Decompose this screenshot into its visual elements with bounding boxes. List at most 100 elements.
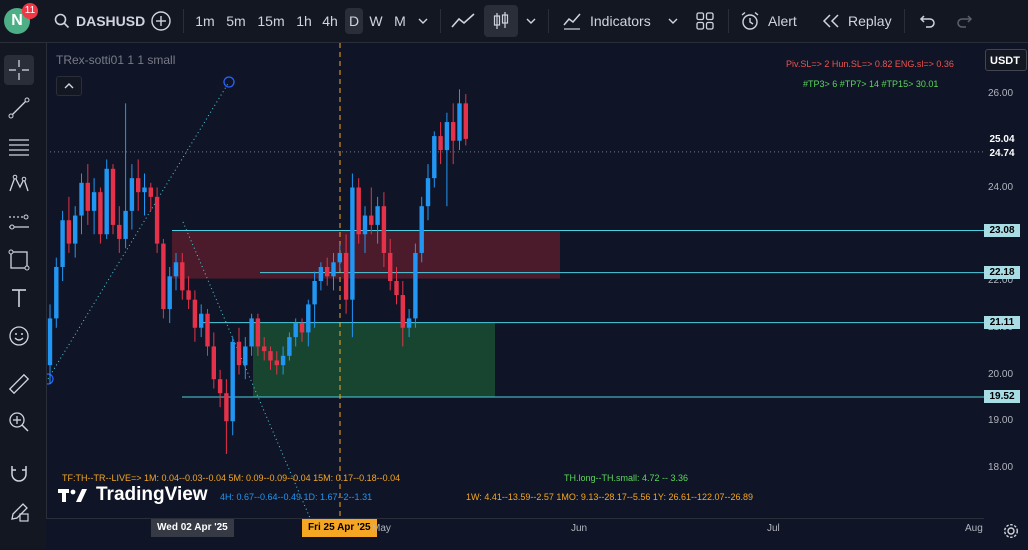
price-tag: 24.74 [984,147,1020,160]
candle-body [123,210,128,239]
price-scale-label: 24.00 [988,181,1014,193]
timeframe-4h[interactable]: 4h [318,8,342,34]
notification-count: 11 [24,5,36,16]
timeframe-dropdown[interactable] [418,0,428,42]
settings-button[interactable] [1000,520,1022,542]
lock-tool[interactable] [4,497,34,527]
candle-body [104,168,109,235]
price-scale-label: 19.00 [988,415,1014,427]
layouts-button[interactable] [696,0,714,42]
symbol-search[interactable]: DASHUSD [54,0,145,42]
smiley-icon [9,326,29,346]
candle-body [224,393,229,422]
timeframe-m[interactable]: M [390,8,410,34]
candle-body [306,304,311,333]
pattern-icon [9,174,29,192]
candle-body [274,360,279,366]
candle-body [413,252,418,319]
candle-body [325,266,330,277]
candle-body [356,187,361,235]
candle-body [318,266,324,281]
chart-type-dropdown[interactable] [526,0,536,42]
indicators-icon [563,13,581,30]
zoom-tool[interactable] [4,407,34,437]
replay-button[interactable]: Replay [822,0,892,42]
supply-zone [172,230,560,279]
fib-tool[interactable] [4,131,34,161]
emoji-tool[interactable] [4,321,34,351]
time-label-aug: Aug [965,523,983,534]
candle-body [98,192,103,235]
candles-icon [493,12,509,29]
candle-body [211,346,216,380]
price-tag: 25.04 [984,133,1020,146]
undo-button[interactable] [918,0,936,42]
tradingview-logo-icon [58,489,87,502]
th-info: TH.long--TH.small: 4.72 -- 3.36 [564,473,689,483]
measure-tool[interactable] [4,369,34,399]
candle-body [60,220,65,267]
collapse-legend-button[interactable] [56,76,82,96]
zoom-in-icon [9,412,29,432]
candle-body [362,215,368,235]
time-label-jun: Jun [571,523,588,534]
tf-info-row1: TF:TH--TR--LIVE=> 1M: 0.04--0.03--0.04 5… [62,473,401,483]
chart-type-line[interactable] [450,0,476,42]
magnet-tool[interactable] [4,459,34,489]
redo-button[interactable] [956,0,974,42]
notification-badge[interactable]: 11 [22,3,38,19]
compare-button[interactable] [150,0,172,42]
divider [904,9,905,33]
indicator-title[interactable]: TRex-sotti01 1 1 small [56,53,175,67]
trend-line-tool[interactable] [4,93,34,123]
shape-tool[interactable] [4,245,34,275]
tp-info: #TP3> 6 #TP7> 14 #TP15> 30.01 [803,79,939,89]
indicators-dropdown[interactable] [668,0,678,42]
divider [548,9,549,33]
alert-button[interactable]: Alert [740,0,797,42]
drawings [42,43,341,519]
avatar-letter: N [11,12,23,29]
text-tool[interactable] [4,283,34,313]
watermark-text: TradingView [96,484,208,505]
price-tag: 22.18 [984,266,1020,280]
candle-body [293,323,298,338]
candle-body [268,351,273,361]
candle-body [110,168,116,225]
projection-tool[interactable] [4,207,34,237]
candle-body [217,379,223,394]
price-scale-label: 26.00 [988,88,1014,99]
candle-body [192,299,198,328]
indicators-button[interactable]: Indicators [562,0,651,42]
grid-layout-icon [696,12,714,30]
timeframe-15m[interactable]: 15m [254,8,288,34]
pattern-tool[interactable] [4,169,34,199]
crosshair-tool[interactable] [4,55,34,85]
chart-type-candles[interactable] [484,5,518,37]
candle-body [230,341,235,422]
candle-body [262,346,267,352]
top-toolbar: N 11 DASHUSD 1m 5m 15m 1h 4h D W M Indic… [0,0,1028,43]
alarm-clock-icon [741,11,759,30]
search-icon [54,13,70,29]
currency-selector[interactable]: USDT [985,49,1027,71]
line-chart-icon [451,13,475,28]
timeframe-5m[interactable]: 5m [222,8,250,34]
trend-line-icon [8,97,30,119]
rectangle-icon [8,249,30,271]
timeframe-d[interactable]: D [345,8,363,34]
candle-body [79,182,84,216]
plus-circle-icon [151,11,171,31]
candle-body [287,337,292,356]
time-label-jul: Jul [767,523,780,534]
tradingview-watermark: TradingView [58,484,208,506]
candle-body [343,252,349,300]
divider [728,9,729,33]
candle-body [199,313,204,328]
price-tag: 19.52 [984,390,1020,404]
timeframe-1m[interactable]: 1m [192,8,218,34]
chevron-down-icon [418,18,428,24]
candle-body [148,187,153,197]
timeframe-w[interactable]: W [366,8,386,34]
timeframe-1h[interactable]: 1h [292,8,316,34]
